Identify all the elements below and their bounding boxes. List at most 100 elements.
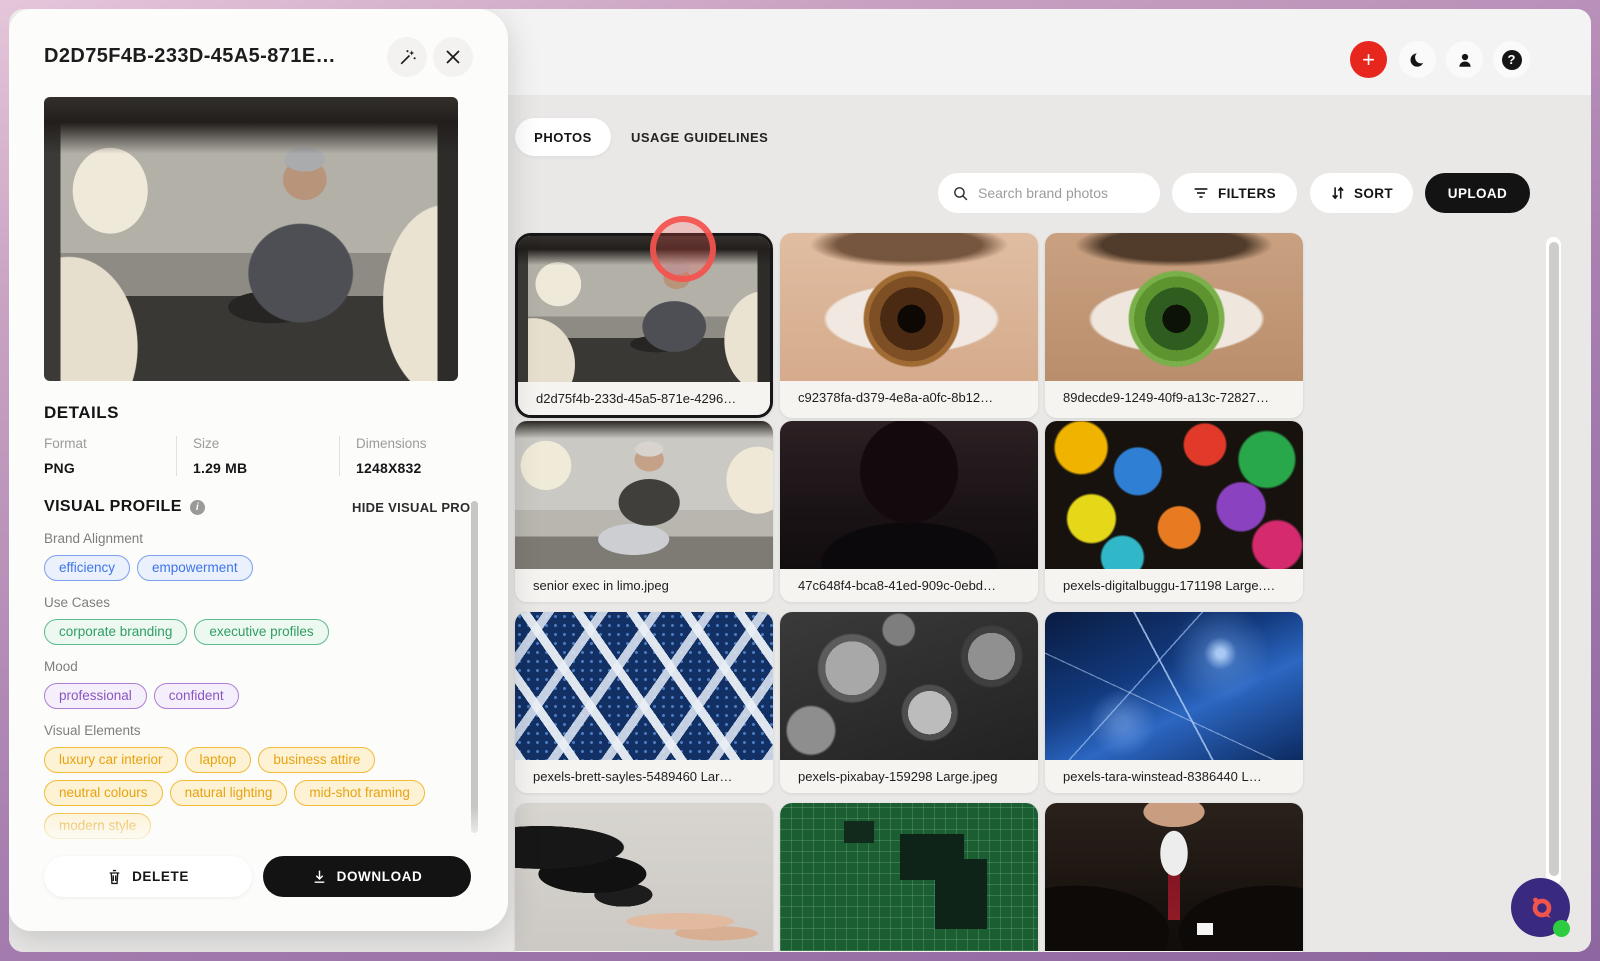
window-frame: + ? PHOTOS USAGE GUIDELINES Search brand… bbox=[0, 0, 1600, 961]
drawer-scrollbar-thumb[interactable] bbox=[471, 501, 478, 833]
detail-size: Size 1.29 MB bbox=[176, 436, 339, 476]
info-icon[interactable]: i bbox=[189, 499, 205, 515]
filters-label: FILTERS bbox=[1217, 185, 1277, 201]
photo-tile[interactable]: d2d75f4b-233d-45a5-871e-4296… bbox=[515, 233, 773, 418]
person-icon bbox=[1458, 53, 1471, 67]
delete-button[interactable]: DELETE bbox=[44, 856, 252, 897]
tag-group-visual-elements: Visual Elements luxury car interior lapt… bbox=[44, 723, 459, 839]
photo-thumbnail-exec-car bbox=[518, 236, 770, 382]
tag-group-label: Mood bbox=[44, 659, 78, 674]
download-icon bbox=[314, 870, 324, 883]
tab-usage-label: USAGE GUIDELINES bbox=[631, 129, 769, 145]
online-status-dot bbox=[1553, 920, 1570, 937]
photo-thumbnail-green-eye bbox=[1045, 233, 1303, 381]
tab-usage-guidelines[interactable]: USAGE GUIDELINES bbox=[631, 118, 768, 156]
photo-tile[interactable] bbox=[515, 803, 773, 952]
main-scrollbar-thumb[interactable] bbox=[1548, 242, 1559, 876]
search-box bbox=[938, 173, 1160, 213]
sort-button[interactable]: SORT bbox=[1310, 173, 1413, 213]
search-input[interactable] bbox=[978, 185, 1146, 201]
detail-format: Format PNG bbox=[44, 436, 176, 476]
add-button[interactable]: + bbox=[1350, 41, 1387, 78]
details-fields: Format PNG Size 1.29 MB Dimensions 1248X… bbox=[44, 436, 464, 476]
plus-icon: + bbox=[1362, 46, 1375, 72]
app-root: + ? PHOTOS USAGE GUIDELINES Search brand… bbox=[9, 9, 1591, 952]
detail-label: Size bbox=[193, 436, 220, 451]
detail-label: Dimensions bbox=[356, 436, 427, 451]
grid-row-2: senior exec in limo.jpeg 47c648f4-bca8-4… bbox=[515, 421, 1303, 602]
dark-mode-button[interactable] bbox=[1399, 41, 1436, 78]
detail-value: PNG bbox=[44, 460, 75, 476]
photo-caption: c92378fa-d379-4e8a-a0fc-8b12… bbox=[780, 381, 1038, 414]
close-icon bbox=[446, 50, 460, 64]
photo-caption: pexels-tara-winstead-8386440 L… bbox=[1045, 760, 1303, 793]
visual-profile-heading: VISUAL PROFILE bbox=[44, 498, 182, 515]
magic-wand-icon bbox=[400, 49, 416, 64]
tag: business attire bbox=[258, 747, 376, 773]
photo-tile[interactable]: pexels-tara-winstead-8386440 L… bbox=[1045, 612, 1303, 793]
photo-caption bbox=[1045, 951, 1303, 952]
tag: neutral colours bbox=[44, 780, 163, 806]
photo-caption: 89decde9-1249-40f9-a13c-72827… bbox=[1045, 381, 1303, 414]
photo-tile[interactable]: pexels-pixabay-159298 Large.jpeg bbox=[780, 612, 1038, 793]
photo-tile[interactable]: pexels-brett-sayles-5489460 Lar… bbox=[515, 612, 773, 793]
tag: efficiency bbox=[44, 555, 131, 581]
photo-caption: senior exec in limo.jpeg bbox=[515, 569, 773, 602]
photo-thumbnail-circuit-board bbox=[780, 803, 1038, 951]
photo-thumbnail-plexus bbox=[1045, 612, 1303, 760]
sort-label: SORT bbox=[1353, 185, 1394, 201]
tag-group-mood: Mood professional confident bbox=[44, 659, 459, 709]
photo-thumbnail-brown-eye bbox=[780, 233, 1038, 381]
photo-tile[interactable]: senior exec in limo.jpeg bbox=[515, 421, 773, 602]
photo-thumbnail-robot-hand bbox=[515, 803, 773, 951]
filters-button[interactable]: FILTERS bbox=[1172, 173, 1297, 213]
tag: executive profiles bbox=[194, 619, 329, 645]
drawer-action-bar: DELETE DOWNLOAD bbox=[9, 847, 508, 931]
photo-thumbnail-metal-gears bbox=[780, 612, 1038, 760]
trash-icon bbox=[109, 869, 120, 884]
help-button[interactable]: ? bbox=[1493, 41, 1530, 78]
download-label: DOWNLOAD bbox=[336, 869, 423, 884]
upload-button[interactable]: UPLOAD bbox=[1425, 173, 1530, 213]
search-icon bbox=[954, 186, 968, 200]
tag-list: luxury car interior laptop business atti… bbox=[44, 747, 459, 839]
tag: laptop bbox=[184, 747, 252, 773]
photo-tile[interactable]: pexels-digitalbuggu-171198 Large.… bbox=[1045, 421, 1303, 602]
photo-thumbnail-woman-portrait bbox=[780, 421, 1038, 569]
detail-drawer: D2D75F4B-233D-45A5-871E… DETAILS Format bbox=[9, 9, 508, 931]
photo-caption bbox=[780, 951, 1038, 952]
main-scrollbar-track[interactable] bbox=[1546, 237, 1561, 885]
download-button[interactable]: DOWNLOAD bbox=[263, 856, 471, 897]
photo-tile[interactable] bbox=[1045, 803, 1303, 952]
question-icon: ? bbox=[1501, 49, 1522, 70]
close-drawer-button[interactable] bbox=[433, 37, 473, 77]
photo-tile[interactable]: 89decde9-1249-40f9-a13c-72827… bbox=[1045, 233, 1303, 418]
asset-title: D2D75F4B-233D-45A5-871E… bbox=[44, 45, 336, 67]
tag: modern style bbox=[44, 813, 152, 839]
tag: luxury car interior bbox=[44, 747, 178, 773]
photo-caption: pexels-brett-sayles-5489460 Lar… bbox=[515, 760, 773, 793]
delete-label: DELETE bbox=[132, 869, 189, 884]
account-button[interactable] bbox=[1446, 41, 1483, 78]
photo-thumbnail-blue-mesh bbox=[515, 612, 773, 760]
photo-thumbnail-color-gears bbox=[1045, 421, 1303, 569]
tag: confident bbox=[153, 683, 239, 709]
detail-value: 1248X832 bbox=[356, 460, 422, 476]
photo-tile[interactable]: c92378fa-d379-4e8a-a0fc-8b12… bbox=[780, 233, 1038, 418]
photo-tile[interactable]: 47c648f4-bca8-41ed-909c-0ebd… bbox=[780, 421, 1038, 602]
magic-wand-button[interactable] bbox=[387, 37, 427, 77]
photo-tile[interactable] bbox=[780, 803, 1038, 952]
grid-row-4 bbox=[515, 803, 1303, 952]
asset-preview-image bbox=[44, 97, 458, 381]
tag-group-label: Use Cases bbox=[44, 595, 111, 610]
hide-visual-profile-link[interactable]: HIDE VISUAL PROFILE bbox=[352, 500, 474, 515]
tag: corporate branding bbox=[44, 619, 188, 645]
tag: natural lighting bbox=[169, 780, 288, 806]
chat-widget-button[interactable] bbox=[1511, 878, 1570, 937]
filter-icon bbox=[1194, 188, 1208, 198]
chat-logo-icon bbox=[1532, 897, 1551, 918]
tag-group-brand-alignment: Brand Alignment efficiency empowerment bbox=[44, 531, 459, 581]
photo-caption bbox=[515, 951, 773, 952]
upload-label: UPLOAD bbox=[1447, 185, 1508, 201]
tab-photos[interactable]: PHOTOS bbox=[515, 118, 611, 156]
